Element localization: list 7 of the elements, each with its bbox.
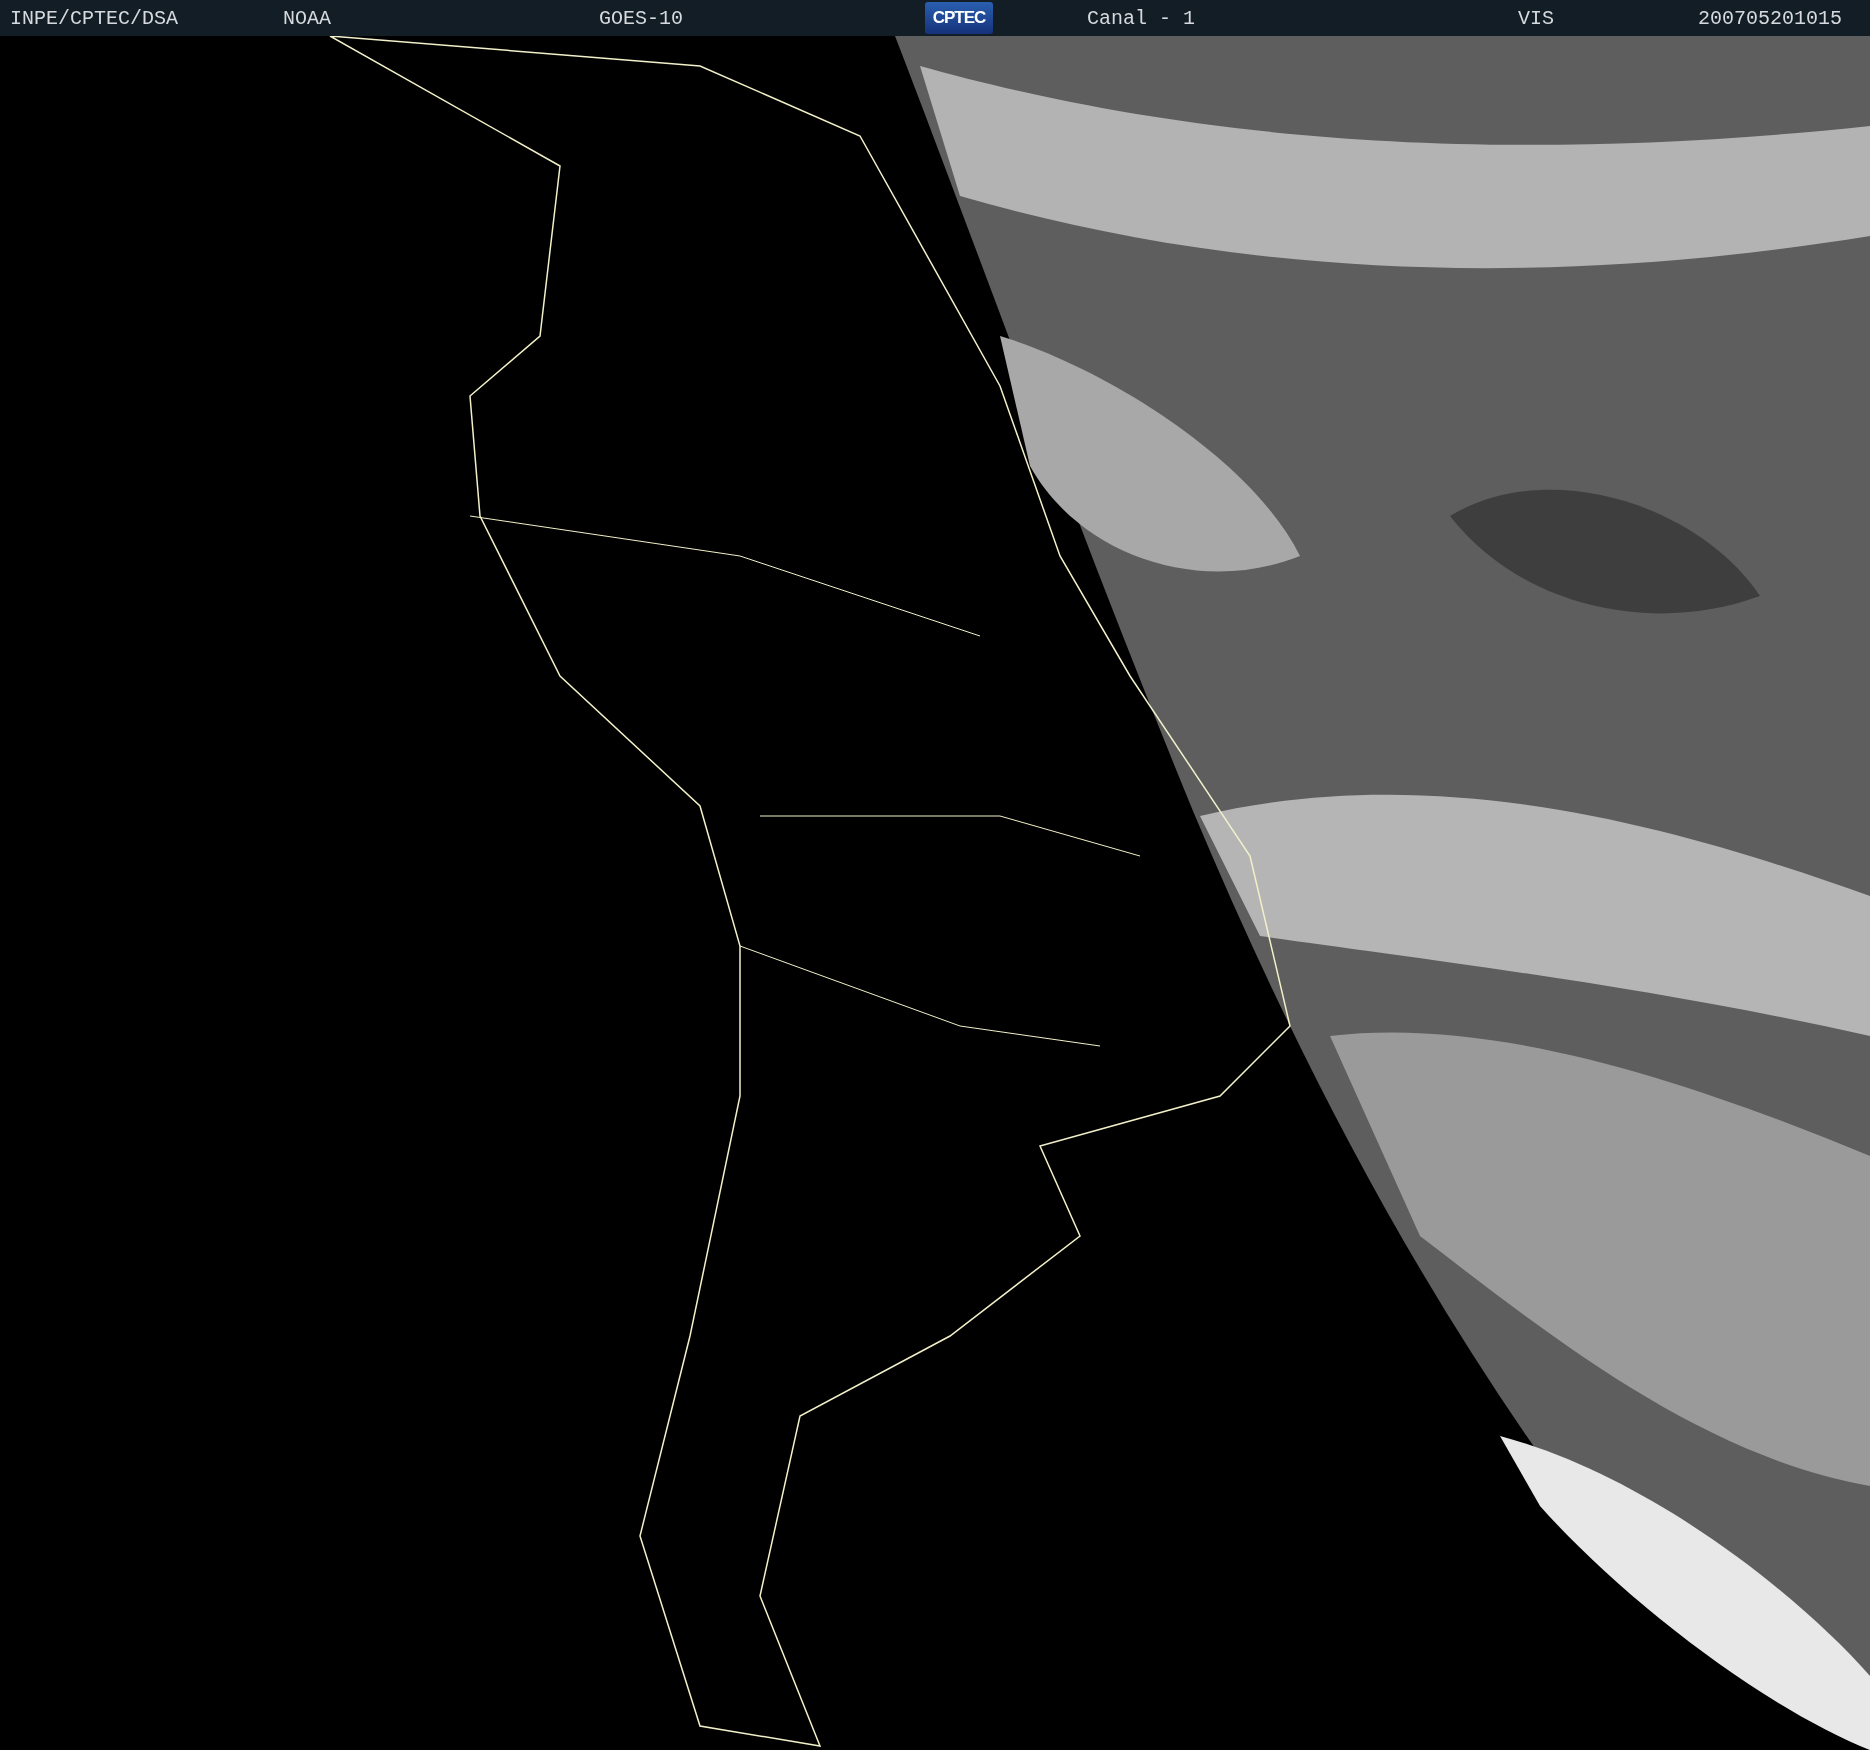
header-label: Canal - 1	[1087, 6, 1196, 30]
header-label: 200705201015	[1698, 6, 1843, 30]
header-label: VIS	[1518, 6, 1554, 30]
header-label: NOAA	[283, 6, 331, 30]
header-label: GOES-10	[599, 6, 683, 30]
logo: CPTEC	[925, 2, 993, 34]
header-label: INPE/CPTEC/DSA	[10, 6, 179, 30]
